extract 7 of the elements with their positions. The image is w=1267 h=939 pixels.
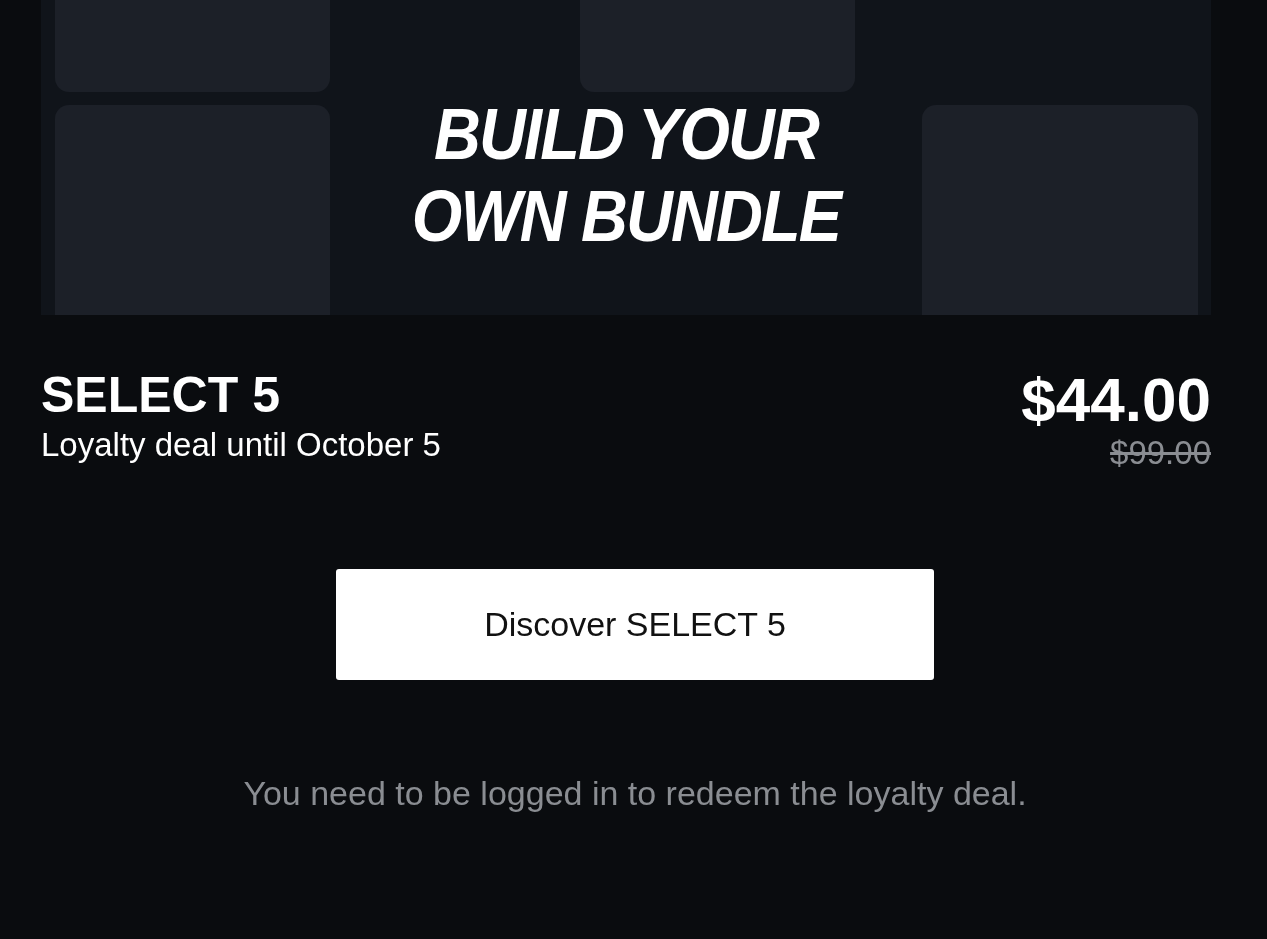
product-subtitle: Loyalty deal until October 5 <box>41 425 441 465</box>
banner-title: BUILD YOUR OWN BUNDLE <box>392 58 860 257</box>
product-name: SELECT 5 <box>41 366 281 425</box>
price: $44.00 <box>1021 365 1211 435</box>
login-note: You need to be logged in to redeem the loyalty deal. <box>242 773 1028 813</box>
original-price: $99.00 <box>1109 435 1211 471</box>
discover-button[interactable]: Discover SELECT 5 <box>336 569 934 680</box>
